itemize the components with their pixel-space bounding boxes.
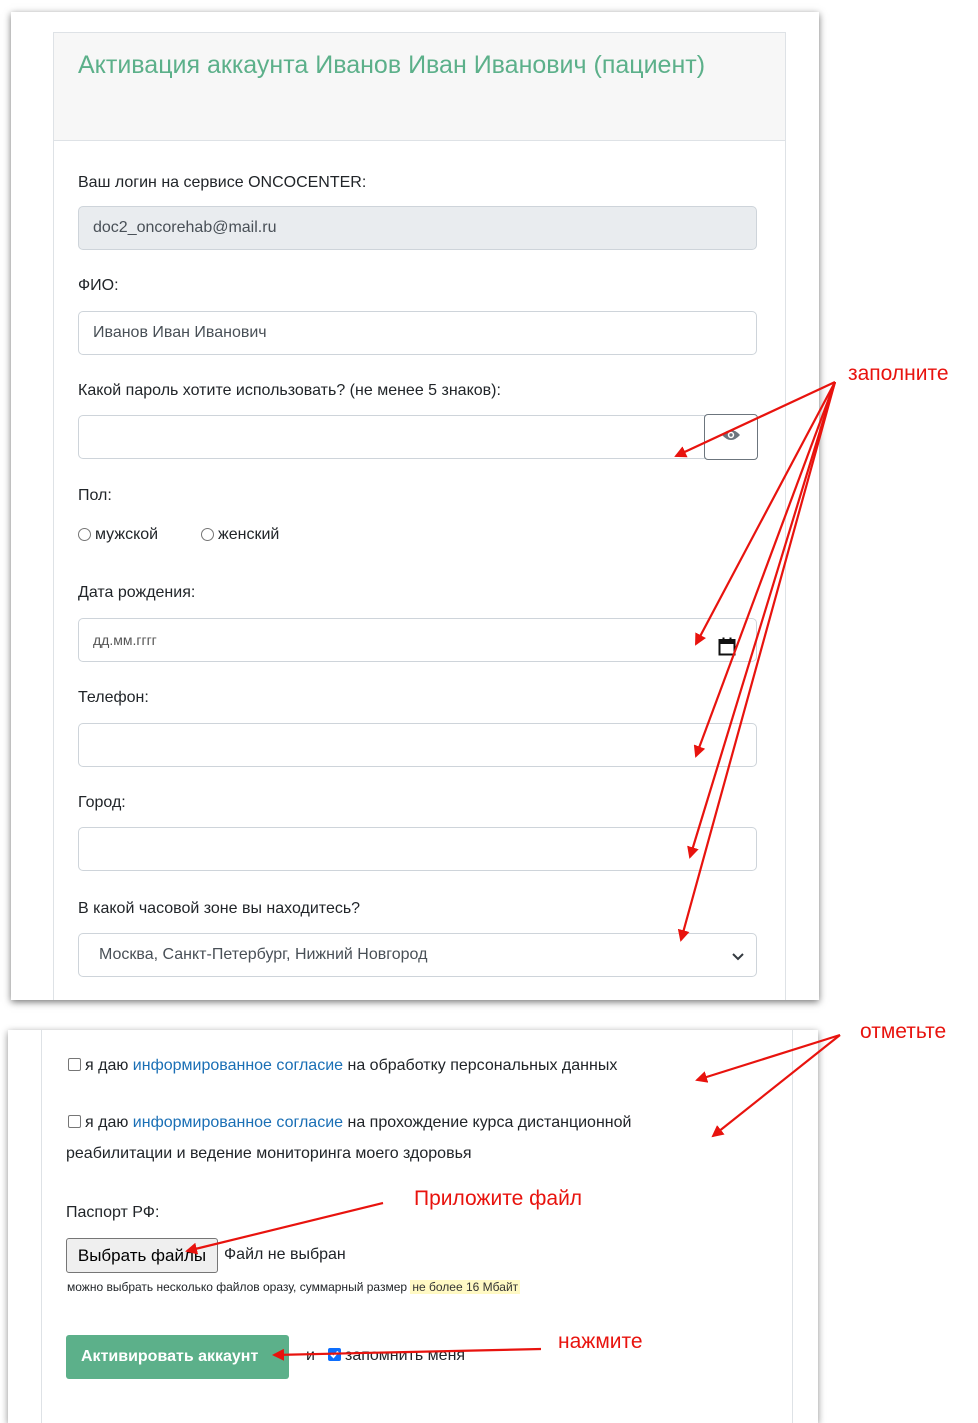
annotation-press: нажмите [558, 1330, 643, 1353]
birthdate-label: Дата рождения: [78, 584, 196, 601]
radio-female[interactable] [201, 528, 214, 541]
page-title: Активация аккаунта Иванов Иван Иванович … [78, 51, 706, 79]
gender-option-male[interactable]: мужской [78, 526, 158, 544]
annotation-check: отметьте [860, 1020, 947, 1043]
consent-rehabilitation-checkbox[interactable] [68, 1115, 81, 1128]
activate-account-button[interactable]: Активировать аккаунт [66, 1335, 289, 1379]
fio-label: ФИО: [78, 277, 119, 294]
phone-label: Телефон: [78, 689, 149, 706]
gender-male-label: мужской [95, 526, 159, 543]
choose-files-button[interactable]: Выбрать файлы [66, 1238, 218, 1273]
consent2-text: на прохождение курса дистанционной [347, 1114, 632, 1131]
files-hint-text: можно выбрать несколько файлов оразу, су… [67, 1280, 408, 1294]
fio-field[interactable]: Иванов Иван Иванович [78, 311, 757, 355]
consent-prefix: я даю [85, 1057, 129, 1074]
login-label: Ваш логин на сервисе ONCOCENTER: [78, 174, 367, 191]
city-field[interactable] [78, 827, 757, 871]
remember-me[interactable]: запомнить меня [328, 1347, 465, 1365]
consent-personal-data-checkbox[interactable] [68, 1058, 81, 1071]
informed-consent-link-1[interactable]: информированное согласие [133, 1057, 343, 1074]
city-label: Город: [78, 794, 126, 811]
consent1-text: на обработку персональных данных [347, 1057, 618, 1074]
consent-personal-data[interactable]: я даю информированное согласие на обрабо… [68, 1057, 617, 1075]
password-field[interactable] [78, 415, 705, 459]
calendar-icon[interactable] [718, 630, 736, 672]
gender-label: Пол: [78, 487, 112, 504]
birthdate-field[interactable]: дд.мм.гггг [78, 618, 757, 662]
timezone-label: В какой часовой зоне вы находитесь? [78, 900, 361, 917]
annotation-fill: заполните [848, 362, 949, 385]
password-label: Какой пароль хотите использовать? (не ме… [78, 382, 501, 399]
remember-me-label: запомнить меня [345, 1347, 466, 1364]
and-text: и [306, 1347, 315, 1364]
timezone-selected-value: Москва, Санкт-Петербург, Нижний Новгород [99, 946, 428, 963]
eye-icon [721, 428, 741, 447]
birthdate-placeholder: дд.мм.гггг [93, 632, 157, 648]
gender-option-female[interactable]: женский [201, 526, 279, 544]
no-file-text: Файл не выбран [224, 1246, 346, 1263]
annotation-attach: Приложите файл [414, 1187, 583, 1210]
remember-me-checkbox[interactable] [328, 1348, 341, 1361]
timezone-select[interactable]: Москва, Санкт-Петербург, Нижний Новгород [78, 933, 757, 977]
informed-consent-link-2[interactable]: информированное согласие [133, 1114, 343, 1131]
form-screenshot-bottom: я даю информированное согласие на обрабо… [8, 1030, 818, 1423]
consent-prefix-2: я даю [85, 1114, 129, 1131]
phone-field[interactable] [78, 723, 757, 767]
files-hint: можно выбрать несколько файлов оразу, су… [67, 1280, 521, 1294]
radio-male[interactable] [78, 528, 91, 541]
form-screenshot-top: Активация аккаунта Иванов Иван Иванович … [11, 12, 819, 1000]
show-password-button[interactable] [704, 414, 758, 460]
card-header: Активация аккаунта Иванов Иван Иванович … [54, 32, 785, 141]
consent-rehabilitation[interactable]: я даю информированное согласие на прохож… [68, 1114, 631, 1132]
consent2-line2: реабилитации и ведение мониторинга моего… [66, 1145, 472, 1162]
gender-female-label: женский [218, 526, 280, 543]
checkmark-icon [330, 1350, 339, 1359]
files-size-limit: не более 16 Мбайт [410, 1280, 521, 1294]
login-field: doc2_oncorehab@mail.ru [78, 206, 757, 250]
passport-label: Паспорт РФ: [66, 1204, 160, 1221]
